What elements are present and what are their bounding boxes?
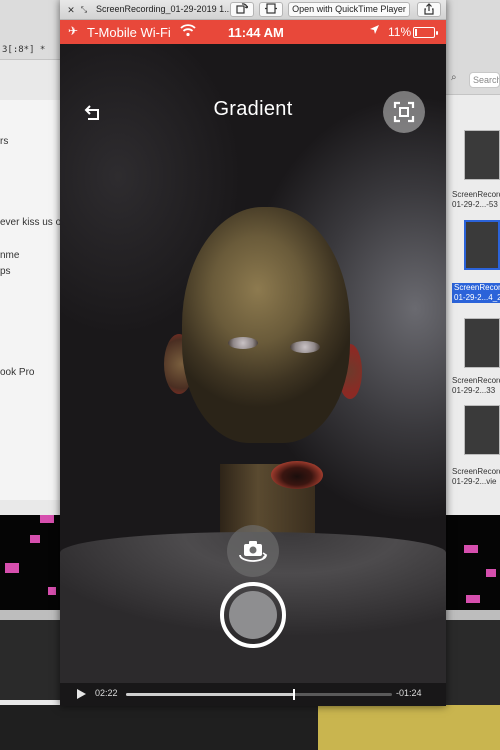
background-text-line: rs [0,136,9,147]
finder-thumbnail-label: 01-29-2...-53 [452,200,498,209]
background-scrollbar [0,610,62,620]
capture-frame-icon [393,101,415,123]
share-icon [424,3,434,15]
playback-controls: 02:22 -01:24 [60,683,446,706]
airplane-icon: ✈ [68,24,79,38]
background-left-path: 3[:8*] * [2,45,46,55]
pixel-art [464,545,478,553]
background-scrollbar [446,610,500,620]
finder-thumbnail-label: ScreenRecord [452,376,500,385]
background-right-lower [446,620,500,705]
pixel-art [48,587,56,595]
pixel-art [466,595,480,603]
background-yellow-area [318,705,500,750]
finder-thumbnail-selected[interactable] [464,220,500,270]
trim-icon [265,3,277,14]
background-text-line: nme [0,250,20,261]
finder-thumbnail-label: 01-29-2...4_2 [452,293,500,303]
close-icon[interactable]: ✕ [66,5,76,15]
background-text-line: ps [0,266,11,277]
window-title: ScreenRecording_01-29-2019 1... [96,4,232,14]
finder-search-field[interactable]: Search [469,72,500,88]
battery-level-fill [415,29,417,36]
finder-thumbnail[interactable] [464,405,500,455]
scrubber-track[interactable] [126,689,392,700]
scrubber-progress [126,693,294,696]
fullscreen-icon[interactable]: ⤡ [79,5,89,15]
ios-status-bar: ✈ T-Mobile Wi-Fi 11:44 AM 11% [60,20,446,44]
pixel-art [486,569,496,577]
rotate-icon [236,3,249,14]
pixel-art [30,535,40,543]
record-button[interactable] [220,582,286,648]
trim-button[interactable] [259,2,283,17]
play-icon [77,689,86,699]
search-icon: ⌕ [451,72,457,83]
pixel-art [40,515,54,523]
status-time: 11:44 AM [228,25,284,40]
remaining-time: -01:24 [396,688,422,698]
open-with-quicktime-button[interactable]: Open with QuickTime Player [288,2,410,17]
finder-thumbnail-label: ScreenRecord [452,283,500,293]
avatar-eye-left [228,337,258,349]
wifi-icon [180,23,196,40]
window-titlebar: ✕ ⤡ ScreenRecording_01-29-2019 1... Open… [60,0,446,20]
finder-thumbnail-label: ScreenRecord [452,190,500,199]
finder-thumbnail[interactable] [464,130,500,180]
background-left-lower [0,620,62,700]
quicktime-preview-window: ✕ ⤡ ScreenRecording_01-29-2019 1... Open… [60,0,446,706]
background-terminal-right [446,515,500,610]
carrier-name: T-Mobile Wi-Fi [87,25,171,40]
location-icon [369,24,380,38]
background-text-line: ook Pro [0,367,35,378]
finder-thumbnail-label: 01-29-2...vie [452,477,497,486]
share-button[interactable] [417,2,441,17]
battery-icon [413,27,438,38]
phone-screen-recording: ✈ T-Mobile Wi-Fi 11:44 AM 11% Gradient 0… [60,20,446,706]
avatar-eye-right [290,341,320,353]
avatar-head [182,207,350,443]
finder-thumbnail[interactable] [464,318,500,368]
battery-percent: 11% [388,25,412,39]
finder-thumbnail-label: ScreenRecord [452,467,500,476]
scrubber-handle[interactable] [293,689,295,700]
elapsed-time: 02:22 [95,688,118,698]
background-left-document: rs ever kiss us on t nme ps ook Pro [0,100,72,500]
record-button-inner [229,591,277,639]
capture-frame-button[interactable] [383,91,425,133]
flip-camera-icon [239,541,268,562]
pixel-art [5,563,19,573]
avatar-mouth [271,461,323,489]
back-button[interactable] [82,100,106,124]
play-button[interactable] [74,687,88,701]
flip-camera-button[interactable] [227,525,279,577]
background-terminal-left [0,515,62,615]
finder-thumbnail-label: 01-29-2...33 [452,386,496,395]
back-arrow-icon [84,105,99,120]
rotate-button[interactable] [230,2,254,17]
